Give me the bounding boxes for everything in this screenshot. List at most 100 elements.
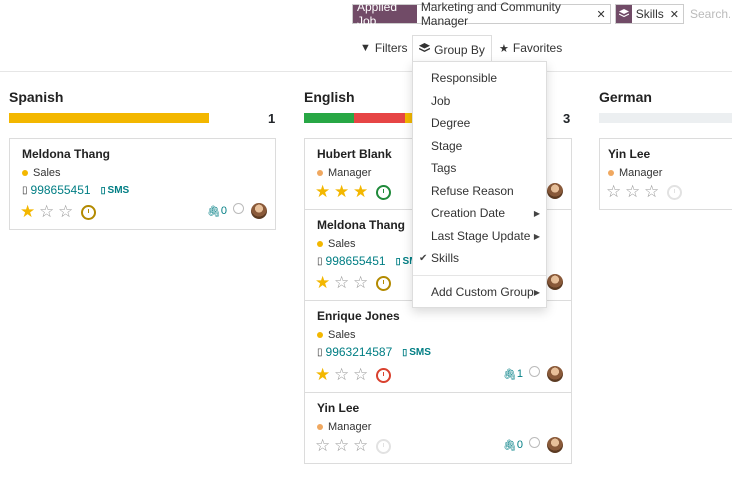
attachment-count[interactable]: 🖇 1: [503, 368, 523, 381]
group-by-dropdown: Responsible Job Degree Stage Tags Refuse…: [412, 61, 547, 308]
star-icon[interactable]: ★: [20, 203, 39, 221]
phone-row: ▯ 998655451 ▯SMS: [22, 183, 129, 197]
sms-button[interactable]: ▯SMS: [402, 347, 431, 358]
tag-label: Sales: [328, 329, 356, 341]
priority-stars: ☆ ☆ ☆: [315, 437, 391, 455]
applicant-card[interactable]: Enrique Jones Sales ▯ 9963214587 ▯ SMS ★ …: [304, 300, 572, 393]
groupby-add-custom-group[interactable]: Add Custom Group ▶: [413, 282, 546, 302]
paperclip-icon: 🖇: [206, 205, 221, 218]
column-count: 3: [563, 111, 571, 126]
attachment-number: 1: [516, 368, 523, 380]
status-circle-icon[interactable]: [529, 436, 540, 448]
tag-label: Sales: [33, 167, 61, 179]
star-icon[interactable]: ★: [353, 183, 372, 201]
phone-link[interactable]: 998655451: [326, 254, 386, 268]
attachment-count[interactable]: 🖇 0: [503, 439, 523, 452]
checkmark-icon: ✔: [419, 252, 428, 264]
star-icon[interactable]: ★: [315, 183, 334, 201]
favorites-label: Favorites: [512, 41, 563, 55]
option-label: Stage: [431, 139, 463, 153]
status-circle-icon[interactable]: [233, 202, 244, 214]
star-outline-icon[interactable]: ☆: [625, 183, 644, 201]
facet-label: Applied Job: [353, 0, 417, 28]
filters-button[interactable]: ▼ Filters: [360, 35, 408, 61]
groupby-option-last-stage-update[interactable]: Last Stage Update ▶: [413, 226, 546, 246]
tag-sales: Sales: [317, 238, 356, 250]
dropdown-divider: [413, 275, 546, 276]
priority-stars: ★ ★ ★: [315, 183, 391, 201]
column-progress-bar[interactable]: [9, 113, 209, 123]
paperclip-icon: 🖇: [502, 439, 517, 452]
activity-clock-icon[interactable]: [376, 275, 391, 291]
card-meta: [547, 274, 563, 290]
column-progress-bar[interactable]: [599, 113, 732, 123]
close-icon[interactable]: ✕: [595, 8, 610, 21]
option-label: Creation Date: [431, 206, 506, 220]
tag-dot: [317, 424, 323, 430]
mobile-icon: ▯: [402, 346, 408, 357]
option-label: Refuse Reason: [431, 184, 514, 198]
facet-skills: Skills ✕: [614, 4, 684, 24]
column-title-german: German: [599, 89, 652, 105]
star-outline-icon[interactable]: ☆: [353, 437, 372, 455]
activity-clock-icon[interactable]: [81, 204, 96, 220]
applicant-card[interactable]: Yin Lee Manager ☆ ☆ ☆: [599, 138, 732, 210]
star-outline-icon[interactable]: ☆: [644, 183, 663, 201]
caret-right-icon: ▶: [533, 208, 540, 218]
attachment-number: 0: [516, 439, 523, 451]
sms-button[interactable]: ▯SMS: [101, 185, 130, 196]
status-circle-icon[interactable]: [529, 365, 540, 377]
tag-label: Sales: [328, 238, 356, 250]
groupby-option-refuse-reason[interactable]: Refuse Reason: [413, 181, 546, 201]
star-outline-icon[interactable]: ☆: [334, 274, 353, 292]
group-by-button[interactable]: Group By: [412, 35, 492, 63]
groupby-option-responsible[interactable]: Responsible: [413, 68, 546, 88]
attachment-count[interactable]: 🖇 0: [207, 205, 227, 218]
favorites-button[interactable]: ★ Favorites: [499, 35, 562, 61]
star-outline-icon[interactable]: ☆: [353, 366, 372, 384]
mobile-icon: ▯: [100, 184, 106, 195]
search-input[interactable]: [688, 6, 732, 22]
avatar: [547, 437, 563, 453]
phone-link[interactable]: 998655451: [31, 183, 91, 197]
groupby-option-skills[interactable]: ✔ Skills: [413, 248, 546, 268]
star-outline-icon[interactable]: ☆: [353, 274, 372, 292]
star-outline-icon[interactable]: ☆: [606, 183, 625, 201]
column-progress-bar[interactable]: [304, 113, 412, 123]
option-label: Degree: [431, 116, 471, 130]
layers-icon: [418, 42, 431, 57]
groupby-option-creation-date[interactable]: Creation Date ▶: [413, 203, 546, 223]
applicant-card[interactable]: Yin Lee Manager ☆ ☆ ☆ 🖇 0: [304, 392, 572, 464]
star-icon[interactable]: ★: [315, 366, 334, 384]
star-icon: ★: [499, 42, 509, 55]
star-outline-icon[interactable]: ☆: [58, 203, 77, 221]
sms-label: SMS: [107, 184, 130, 196]
star-outline-icon[interactable]: ☆: [315, 437, 334, 455]
control-bar: ▼ Filters Group By ★ Favorites: [0, 35, 732, 72]
groupby-option-degree[interactable]: Degree: [413, 113, 546, 133]
phone-link[interactable]: 9963214587: [326, 345, 393, 359]
activity-clock-icon[interactable]: [376, 438, 391, 454]
applicant-card[interactable]: Meldona Thang Sales ▯ 998655451 ▯SMS ★ ☆…: [9, 138, 276, 230]
groupby-option-stage[interactable]: Stage: [413, 136, 546, 156]
star-outline-icon[interactable]: ☆: [334, 366, 353, 384]
tag-dot: [317, 332, 323, 338]
phone-row: ▯ 998655451 ▯SMS: [317, 254, 424, 268]
star-icon[interactable]: ★: [315, 274, 334, 292]
column-title-english: English: [304, 89, 355, 105]
mobile-icon: ▯: [317, 346, 323, 358]
groupby-option-tags[interactable]: Tags: [413, 158, 546, 178]
activity-clock-icon[interactable]: [376, 367, 391, 383]
layers-icon: [615, 5, 632, 23]
avatar: [547, 366, 563, 382]
activity-clock-icon[interactable]: [667, 184, 682, 200]
activity-clock-icon[interactable]: [376, 184, 391, 200]
star-outline-icon[interactable]: ☆: [39, 203, 58, 221]
star-outline-icon[interactable]: ☆: [334, 437, 353, 455]
star-icon[interactable]: ★: [334, 183, 353, 201]
card-meta: [547, 183, 563, 199]
card-meta: 🖇 1: [503, 365, 563, 382]
groupby-option-job[interactable]: Job: [413, 91, 546, 111]
paperclip-icon: 🖇: [502, 368, 517, 381]
close-icon[interactable]: ✕: [668, 8, 683, 21]
